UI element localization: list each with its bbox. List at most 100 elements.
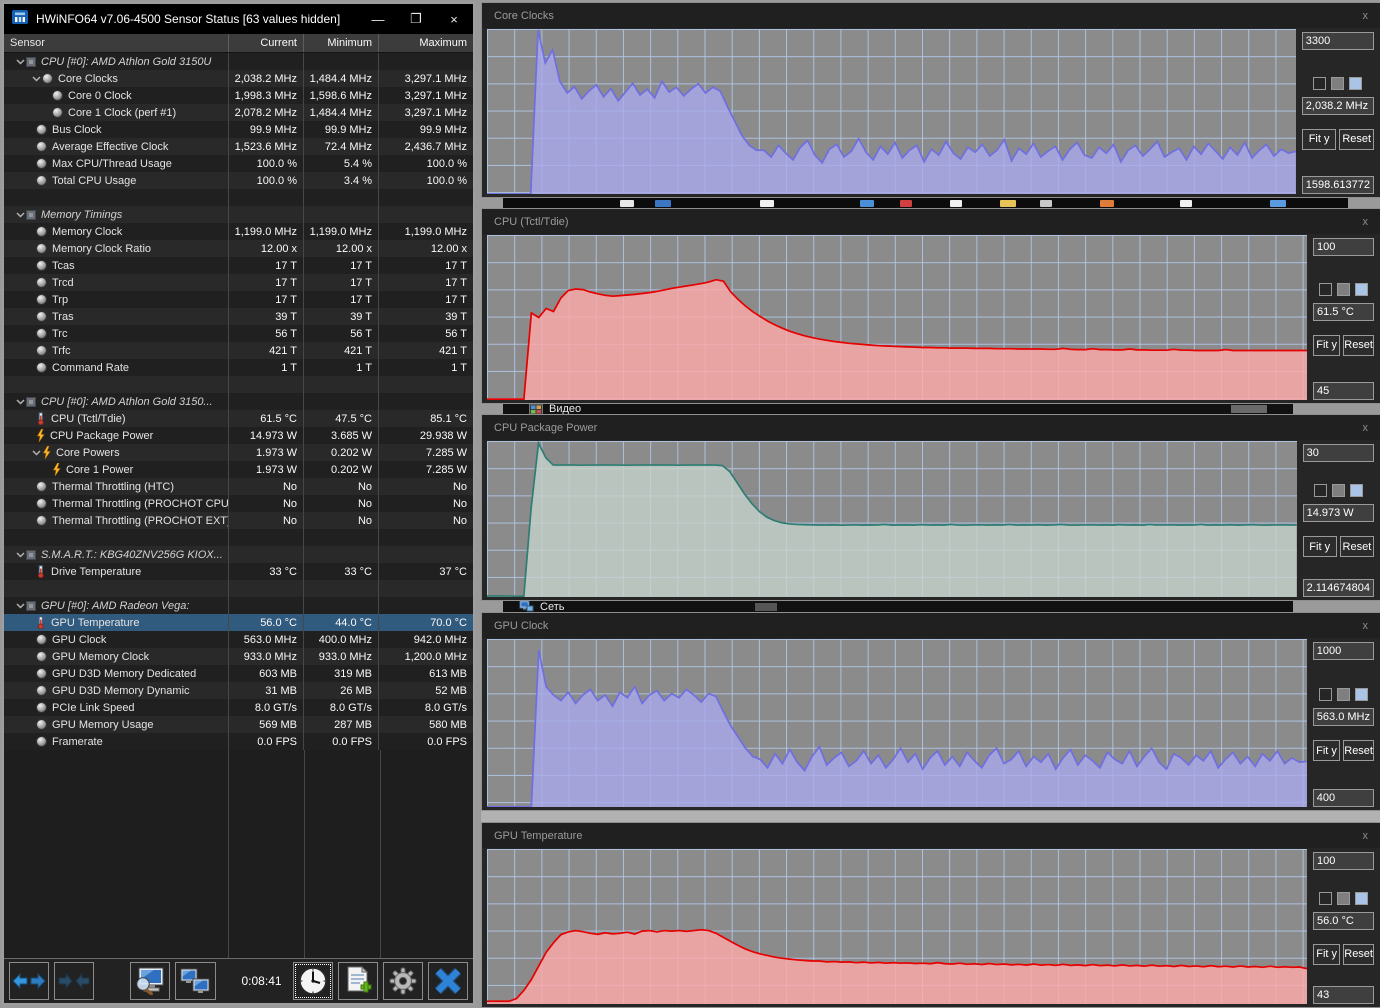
y-max-input[interactable]: 30 <box>1302 444 1374 462</box>
row-cpu-0-amd-athlon-gold-3150u[interactable]: CPU [#0]: AMD Athlon Gold 3150U <box>4 53 473 70</box>
row-gpu-temperature[interactable]: GPU Temperature 56.0 °C 44.0 °C 70.0 °C <box>4 614 473 631</box>
color-swatch-1[interactable] <box>1337 282 1350 296</box>
taskbar-icon-fragment[interactable] <box>860 200 874 207</box>
color-swatch-1[interactable] <box>1331 484 1345 497</box>
row-memory-clock[interactable]: Memory Clock 1,199.0 MHz 1,199.0 MHz 1,199.… <box>4 223 473 240</box>
desktop-item-video-label[interactable]: Видео <box>549 404 581 414</box>
color-swatch-1[interactable] <box>1331 76 1345 90</box>
color-swatch-1[interactable] <box>1337 891 1350 905</box>
row-tras[interactable]: Tras 39 T 39 T 39 T <box>4 308 473 325</box>
fit-y-button[interactable]: Fit y <box>1312 740 1341 761</box>
desktop-item-network[interactable]: Сеть <box>503 601 1293 612</box>
quit-button[interactable] <box>427 962 469 1000</box>
y-max-input[interactable]: 100 <box>1313 238 1374 256</box>
fit-y-button[interactable]: Fit y <box>1302 536 1337 557</box>
logging-start-button[interactable] <box>292 962 333 1000</box>
row-thermal-throttling-prochot-ext[interactable]: Thermal Throttling (PROCHOT EXT) No No No <box>4 512 473 529</box>
y-min-input[interactable]: 400 <box>1312 789 1374 807</box>
window-titlebar[interactable]: HWiNFO64 v7.06-4500 Sensor Status [63 va… <box>4 4 473 34</box>
graph-titlebar[interactable]: CPU (Tctl/Tdie) x <box>482 209 1380 234</box>
column-header-sensor[interactable]: Sensor <box>4 34 228 52</box>
color-swatch-2[interactable] <box>1349 76 1363 90</box>
y-min-input[interactable]: 2.114674804 <box>1302 579 1374 597</box>
remote-monitoring-button[interactable] <box>175 962 216 1000</box>
row-gpu-clock[interactable]: GPU Clock 563.0 MHz 400.0 MHz 942.0 MHz <box>4 631 473 648</box>
taskbar-icon-fragment[interactable] <box>1040 200 1052 207</box>
graph-titlebar[interactable]: GPU Temperature x <box>482 823 1380 848</box>
taskbar-icon-fragment[interactable] <box>950 200 962 207</box>
row-gpu-0-amd-radeon-vega[interactable]: GPU [#0]: AMD Radeon Vega: <box>4 597 473 614</box>
column-header-maximum[interactable]: Maximum <box>378 34 473 52</box>
taskbar-icon-fragment[interactable] <box>760 200 774 207</box>
row-max-cpu-thread-usage[interactable]: Max CPU/Thread Usage 100.0 % 5.4 % 100.0 % <box>4 155 473 172</box>
graph-close-icon[interactable]: x <box>1363 10 1369 22</box>
row-cpu-package-power[interactable]: CPU Package Power 14.973 W 3.685 W 29.938 W <box>4 427 473 444</box>
row-bus-clock[interactable]: Bus Clock 99.9 MHz 99.9 MHz 99.9 MHz <box>4 121 473 138</box>
desktop-taskbar-sliver[interactable] <box>503 198 1348 208</box>
row-trcd[interactable]: Trcd 17 T 17 T 17 T <box>4 274 473 291</box>
graph-plot-area[interactable] <box>487 849 1307 1004</box>
row-average-effective-clock[interactable]: Average Effective Clock 1,523.6 MHz 72.4 M… <box>4 138 473 155</box>
reset-button[interactable]: Reset <box>1343 334 1374 356</box>
row-gpu-memory-clock[interactable]: GPU Memory Clock 933.0 MHz 933.0 MHz 1,200.… <box>4 648 473 665</box>
row-drive-temperature[interactable]: Drive Temperature 33 °C 33 °C 37 °C <box>4 563 473 580</box>
color-swatch-2[interactable] <box>1349 484 1363 497</box>
row-core-1-power[interactable]: Core 1 Power 1.973 W 0.202 W 7.285 W <box>4 461 473 478</box>
y-min-input[interactable]: 1598.613772 <box>1301 176 1374 194</box>
row-framerate[interactable]: Framerate 0.0 FPS 0.0 FPS 0.0 FPS <box>4 733 473 750</box>
y-min-input[interactable]: 43 <box>1313 986 1374 1004</box>
graph-plot-area[interactable] <box>487 639 1307 807</box>
desktop-sliver[interactable] <box>481 811 1380 822</box>
row-pcie-link-speed[interactable]: PCIe Link Speed 8.0 GT/s 8.0 GT/s 8.0 GT/s <box>4 699 473 716</box>
row-thermal-throttling-htc[interactable]: Thermal Throttling (HTC) No No No <box>4 478 473 495</box>
graph-titlebar[interactable]: Core Clocks x <box>482 3 1380 28</box>
fit-y-button[interactable]: Fit y <box>1313 334 1341 356</box>
row-gpu-d3d-memory-dedicated[interactable]: GPU D3D Memory Dedicated 603 MB 319 MB 613 … <box>4 665 473 682</box>
minimize-button[interactable]: — <box>359 4 397 34</box>
color-swatch-2[interactable] <box>1355 891 1368 905</box>
graph-close-icon[interactable]: x <box>1363 216 1369 228</box>
taskbar-icon-fragment[interactable] <box>620 200 634 207</box>
row-tcas[interactable]: Tcas 17 T 17 T 17 T <box>4 257 473 274</box>
graph-titlebar[interactable]: GPU Clock x <box>482 613 1380 638</box>
system-summary-button[interactable] <box>130 962 171 1000</box>
graph-plot-area[interactable] <box>487 441 1297 597</box>
y-max-input[interactable]: 1000 <box>1312 642 1374 660</box>
taskbar-icon-fragment[interactable] <box>1270 200 1286 207</box>
column-header-minimum[interactable]: Minimum <box>303 34 378 52</box>
expand-chevron[interactable] <box>14 398 26 405</box>
row-core-1-clock-perf-1[interactable]: Core 1 Clock (perf #1) 2,078.2 MHz 1,484.4… <box>4 104 473 121</box>
row-s-m-a-r-t-kbg40znv256g-kiox[interactable]: S.M.A.R.T.: KBG40ZNV256G KIOX... <box>4 546 473 563</box>
row-trc[interactable]: Trc 56 T 56 T 56 T <box>4 325 473 342</box>
reset-button[interactable]: Reset <box>1343 943 1374 965</box>
color-swatch-0[interactable] <box>1313 484 1327 497</box>
color-swatch-2[interactable] <box>1355 282 1368 296</box>
graph-close-icon[interactable]: x <box>1363 830 1369 842</box>
taskbar-icon-fragment[interactable] <box>1000 200 1016 207</box>
color-swatch-0[interactable] <box>1313 76 1327 90</box>
reset-button[interactable]: Reset <box>1343 740 1374 761</box>
maximize-button[interactable]: ❐ <box>397 4 435 34</box>
row-memory-clock-ratio[interactable]: Memory Clock Ratio 12.00 x 12.00 x 12.00 x <box>4 240 473 257</box>
desktop-item-network-label[interactable]: Сеть <box>540 601 564 612</box>
fit-y-button[interactable]: Fit y <box>1301 128 1337 150</box>
close-button[interactable]: × <box>435 4 473 34</box>
y-min-input[interactable]: 45 <box>1313 382 1374 400</box>
row-cpu-0-amd-athlon-gold-3150[interactable]: CPU [#0]: AMD Athlon Gold 3150... <box>4 393 473 410</box>
reset-button[interactable]: Reset <box>1339 128 1375 150</box>
row-gpu-d3d-memory-dynamic[interactable]: GPU D3D Memory Dynamic 31 MB 26 MB 52 MB <box>4 682 473 699</box>
graph-titlebar[interactable]: CPU Package Power x <box>482 415 1380 440</box>
expand-chevron[interactable] <box>30 75 42 82</box>
row-core-powers[interactable]: Core Powers 1.973 W 0.202 W 7.285 W <box>4 444 473 461</box>
color-swatch-0[interactable] <box>1319 891 1332 905</box>
graph-plot-area[interactable] <box>487 29 1296 194</box>
taskbar-icon-fragment[interactable] <box>900 200 912 207</box>
row-trp[interactable]: Trp 17 T 17 T 17 T <box>4 291 473 308</box>
row-gpu-memory-usage[interactable]: GPU Memory Usage 569 MB 287 MB 580 MB <box>4 716 473 733</box>
expand-columns-button[interactable] <box>9 962 50 1000</box>
fit-y-button[interactable]: Fit y <box>1313 943 1341 965</box>
collapse-columns-button[interactable] <box>54 962 95 1000</box>
column-header-current[interactable]: Current <box>228 34 303 52</box>
graph-plot-area[interactable] <box>487 235 1307 400</box>
row-core-0-clock[interactable]: Core 0 Clock 1,998.3 MHz 1,598.6 MHz 3,297.… <box>4 87 473 104</box>
